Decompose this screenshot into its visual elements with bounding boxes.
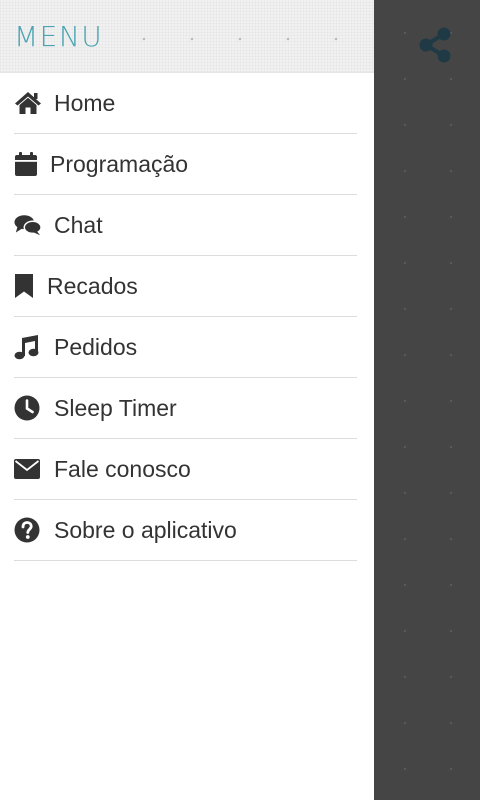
- menu-item-recados[interactable]: Recados: [14, 256, 357, 317]
- envelope-icon: [14, 455, 42, 483]
- clock-icon: [14, 394, 42, 422]
- music-note-icon: [14, 333, 42, 361]
- menu-item-home[interactable]: Home: [14, 73, 357, 134]
- chat-icon: [14, 211, 42, 239]
- home-icon: [14, 89, 42, 117]
- question-circle-icon: [14, 516, 42, 544]
- menu-item-label: Programação: [50, 150, 189, 177]
- menu-item-label: Pedidos: [54, 333, 138, 360]
- navigation-drawer: MENU Home Programação Chat Recados Pedid…: [0, 0, 374, 800]
- menu-item-sleep-timer[interactable]: Sleep Timer: [14, 378, 357, 439]
- menu-item-fale-conosco[interactable]: Fale conosco: [14, 439, 357, 500]
- menu-item-label: Fale conosco: [54, 455, 191, 482]
- menu-title: MENU: [14, 20, 104, 53]
- menu-item-label: Recados: [47, 272, 138, 299]
- header-dots-decoration: [120, 37, 374, 41]
- drawer-header: MENU: [0, 0, 374, 73]
- bookmark-icon: [14, 272, 42, 300]
- menu-item-sobre-o-aplicativo[interactable]: Sobre o aplicativo: [14, 500, 357, 561]
- menu-item-label: Home: [54, 89, 116, 116]
- menu-item-programacao[interactable]: Programação: [14, 134, 357, 195]
- main-content-backdrop[interactable]: [374, 0, 480, 800]
- menu-item-label: Sobre o aplicativo: [54, 516, 237, 543]
- share-icon: [417, 26, 453, 69]
- share-button[interactable]: [414, 26, 456, 68]
- menu-list: Home Programação Chat Recados Pedidos Sl…: [0, 73, 374, 561]
- menu-item-pedidos[interactable]: Pedidos: [14, 317, 357, 378]
- menu-item-label: Chat: [54, 211, 103, 238]
- menu-item-label: Sleep Timer: [54, 394, 177, 421]
- calendar-icon: [14, 150, 42, 178]
- menu-item-chat[interactable]: Chat: [14, 195, 357, 256]
